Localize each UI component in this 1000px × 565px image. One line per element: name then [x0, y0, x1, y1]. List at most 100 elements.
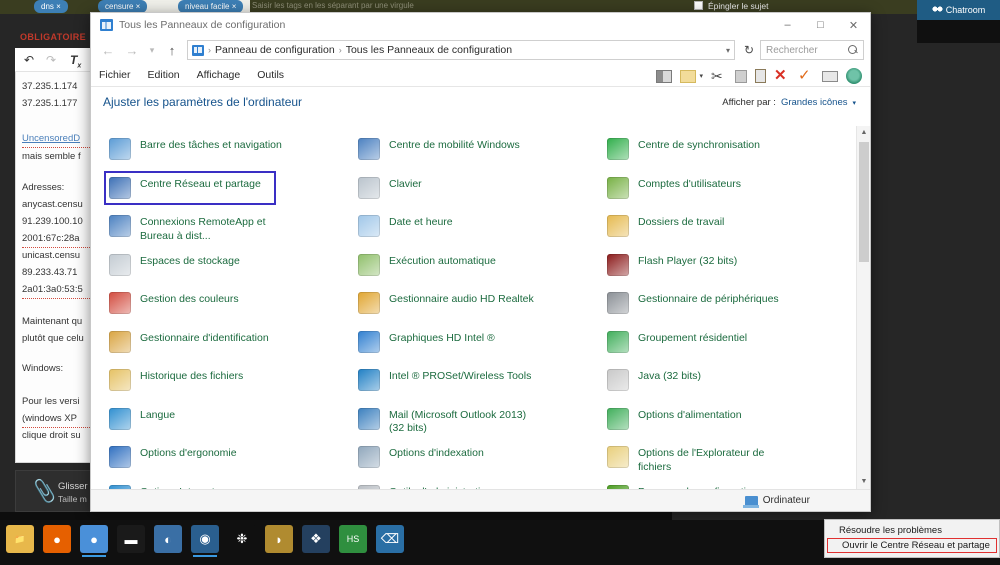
- taskbar-app-file-explorer[interactable]: 📁: [6, 525, 34, 553]
- tag-chip-dns[interactable]: dns ×: [34, 0, 68, 13]
- new-folder-dropdown-icon[interactable]: ▾: [699, 72, 703, 80]
- menu-outils[interactable]: Outils: [257, 69, 284, 81]
- control-panel-item[interactable]: Espaces de stockage: [109, 252, 358, 291]
- rename-icon[interactable]: [822, 70, 838, 82]
- chevron-down-icon[interactable]: ▾: [852, 99, 856, 107]
- taskbar-app-media-player[interactable]: ◐: [154, 525, 182, 553]
- taskbar-app-terminal[interactable]: ▬: [117, 525, 145, 553]
- control-panel-item[interactable]: Mail (Microsoft Outlook 2013) (32 bits): [358, 406, 607, 445]
- control-panel-item[interactable]: Options de l'Explorateur de fichiers: [607, 444, 856, 483]
- mail-icon: [358, 407, 380, 430]
- control-panel-item[interactable]: Date et heure: [358, 213, 607, 252]
- storage-icon: [109, 253, 131, 276]
- undo-icon[interactable]: ↶: [24, 53, 34, 67]
- chatroom-button[interactable]: Chatroom: [917, 0, 1000, 20]
- check-icon[interactable]: ✓: [798, 68, 814, 84]
- taskbar-app-steam[interactable]: ◉: [191, 525, 219, 557]
- control-panel-item[interactable]: Dossiers de travail: [607, 213, 856, 252]
- language-icon: [109, 407, 131, 430]
- breadcrumb-separator: ›: [208, 45, 211, 55]
- close-button[interactable]: ✕: [837, 13, 870, 37]
- control-panel-item-label: Intel ® PROSet/Wireless Tools: [389, 370, 532, 382]
- taskbar-app-firefox[interactable]: ●: [43, 525, 71, 553]
- copy-icon[interactable]: [735, 69, 747, 83]
- pin-topic-checkbox[interactable]: [694, 1, 703, 10]
- preview-pane-icon[interactable]: [656, 69, 673, 83]
- control-panel-item[interactable]: Intel ® PROSet/Wireless Tools: [358, 367, 607, 406]
- forward-button[interactable]: →: [121, 40, 143, 60]
- clock-icon: [358, 215, 380, 237]
- control-panel-item[interactable]: Barre des tâches et navigation: [109, 136, 358, 175]
- redo-icon[interactable]: ↷: [46, 53, 56, 67]
- taskbar-apps: 📁 ● ● ▬ ◐ ◉ ❉ ◗ ❖ HS ⌫: [6, 525, 404, 557]
- control-panel-item[interactable]: Centre de mobilité Windows: [358, 136, 607, 175]
- up-button[interactable]: ↑: [161, 40, 183, 60]
- delete-icon[interactable]: ✕: [774, 68, 790, 84]
- vertical-scrollbar[interactable]: ▲ ▼: [856, 126, 870, 489]
- clear-format-icon[interactable]: Tx: [70, 53, 81, 69]
- menu-edition[interactable]: Edition: [148, 69, 180, 81]
- control-panel-item-label: Gestionnaire d'identification: [140, 331, 269, 344]
- control-panel-item[interactable]: Historique des fichiers: [109, 367, 358, 406]
- control-panel-item[interactable]: Langue: [109, 406, 358, 445]
- control-panel-item[interactable]: Options d'alimentation: [607, 406, 856, 445]
- new-folder-icon[interactable]: [680, 69, 697, 83]
- pin-topic-label: Épingler le sujet: [708, 1, 769, 11]
- taskbar-app-chrome[interactable]: ●: [80, 525, 108, 557]
- address-bar[interactable]: › Panneau de configuration › Tous les Pa…: [187, 40, 735, 60]
- taskbar-app-game-app[interactable]: ❉: [228, 525, 256, 553]
- breadcrumb-item-2[interactable]: Tous les Panneaux de configuration: [346, 44, 512, 56]
- scroll-up-icon[interactable]: ▲: [857, 126, 870, 140]
- control-panel-item[interactable]: Comptes d'utilisateurs: [607, 175, 856, 214]
- recent-locations-button[interactable]: ▾: [145, 40, 159, 60]
- taskbar-app-blue-app[interactable]: ❖: [302, 525, 330, 553]
- game-app-icon: ❉: [236, 531, 248, 546]
- back-button[interactable]: ←: [97, 40, 119, 60]
- control-panel-item[interactable]: Centre de synchronisation: [607, 136, 856, 175]
- control-panel-item[interactable]: Gestionnaire audio HD Realtek: [358, 290, 607, 329]
- view-by-value[interactable]: Grandes icônes: [781, 97, 848, 108]
- control-panel-item[interactable]: Gestion des couleurs: [109, 290, 358, 329]
- control-panel-item-label: Dossiers de travail: [638, 216, 725, 228]
- control-panel-item[interactable]: Graphiques HD Intel ®: [358, 329, 607, 368]
- wireless-icon: [358, 369, 380, 391]
- chevron-down-icon[interactable]: ▾: [726, 46, 730, 55]
- control-panel-item[interactable]: Options d'ergonomie: [109, 444, 358, 483]
- taskbar-app-league-client[interactable]: ◗: [265, 525, 293, 553]
- taskbar-app-powershell[interactable]: ⌫: [376, 525, 404, 553]
- scrollbar-thumb[interactable]: [859, 142, 869, 262]
- navigation-bar: ← → ▾ ↑ › Panneau de configuration › Tou…: [91, 37, 870, 63]
- help-icon[interactable]: [846, 68, 862, 84]
- paperclip-icon: 📎: [30, 478, 59, 505]
- ctx-item-troubleshoot[interactable]: Résoudre les problèmes: [825, 523, 999, 537]
- control-panel-item[interactable]: Flash Player (32 bits): [607, 252, 856, 291]
- breadcrumb-item-1[interactable]: Panneau de configuration: [215, 44, 335, 56]
- steam-icon: ◉: [199, 531, 211, 546]
- control-panel-item[interactable]: Groupement résidentiel: [607, 329, 856, 368]
- minimize-button[interactable]: –: [771, 13, 804, 37]
- menu-fichier[interactable]: Fichier: [99, 69, 131, 81]
- chatroom-label: Chatroom: [945, 5, 986, 15]
- cut-icon[interactable]: ✂: [711, 68, 727, 84]
- maximize-button[interactable]: □: [804, 13, 837, 37]
- scroll-down-icon[interactable]: ▼: [857, 475, 870, 489]
- refresh-icon[interactable]: ↻: [740, 43, 758, 57]
- control-panel-item[interactable]: Java (32 bits): [607, 367, 856, 406]
- menu-affichage[interactable]: Affichage: [197, 69, 241, 81]
- paste-icon[interactable]: [755, 69, 766, 83]
- taskbar-app-hs-app[interactable]: HS: [339, 525, 367, 553]
- control-panel-item[interactable]: Clavier: [358, 175, 607, 214]
- control-panel-item[interactable]: Exécution automatique: [358, 252, 607, 291]
- control-panel-item[interactable]: Options d'indexation: [358, 444, 607, 483]
- control-panel-item[interactable]: Gestionnaire d'identification: [109, 329, 358, 368]
- control-panel-item[interactable]: Gestionnaire de périphériques: [607, 290, 856, 329]
- window-titlebar[interactable]: Tous les Panneaux de configuration – □ ✕: [91, 13, 870, 37]
- control-panel-item[interactable]: Centre Réseau et partage: [104, 170, 358, 214]
- control-panel-item[interactable]: Connexions RemoteApp et Bureau à dist...: [109, 213, 358, 252]
- search-input[interactable]: Rechercher: [760, 40, 864, 60]
- ctx-item-open-network-sharing-center[interactable]: Ouvrir le Centre Réseau et partage: [827, 538, 997, 553]
- tag-input[interactable]: Saisir les tags en les séparant par une …: [252, 1, 414, 10]
- view-by-control[interactable]: Afficher par : Grandes icônes ▾: [722, 97, 856, 108]
- editor-toolbar[interactable]: ↶ ↷ Tx: [15, 48, 100, 72]
- control-panel-item-label: Centre de synchronisation: [638, 139, 760, 151]
